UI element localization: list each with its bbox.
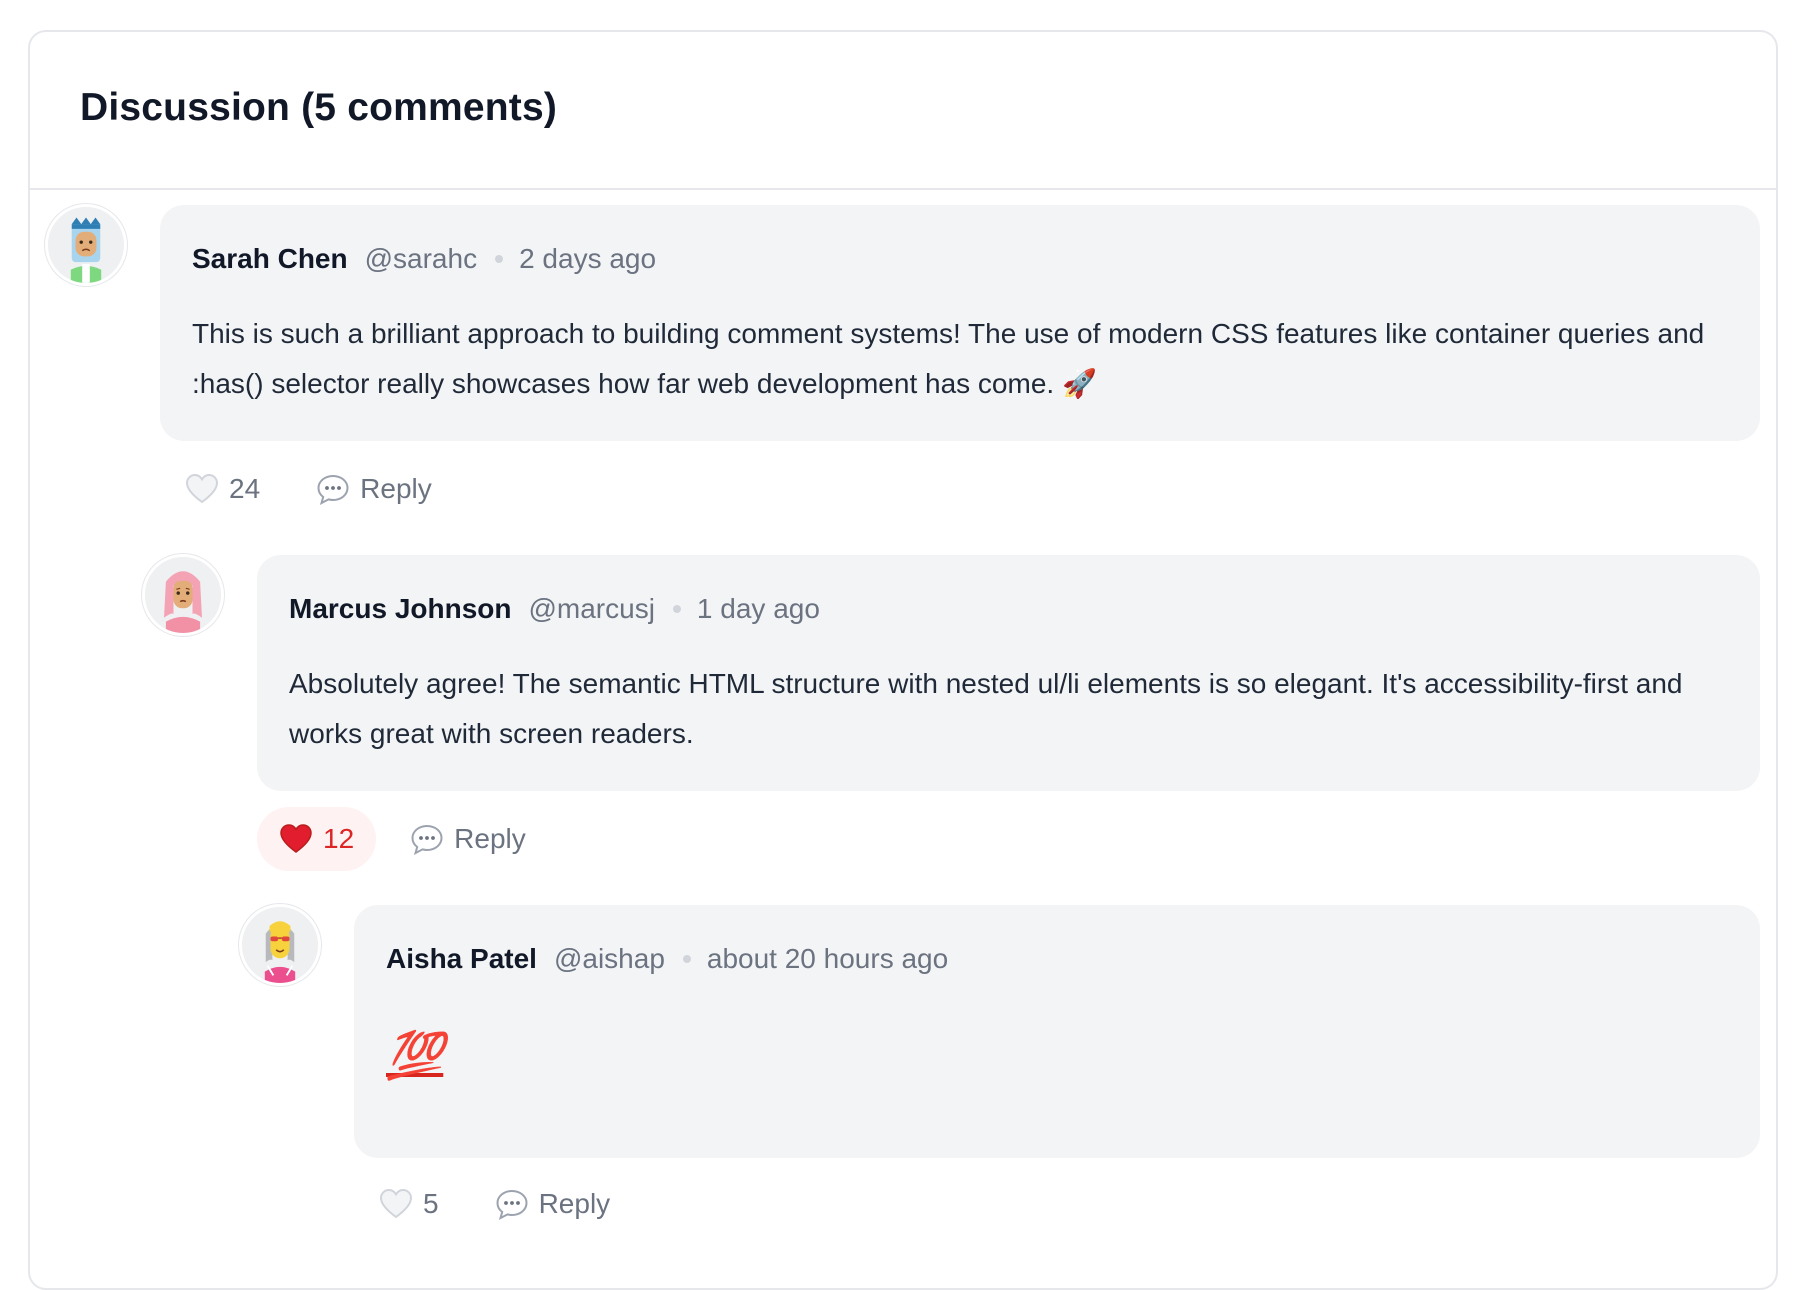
comment-actions: 12 Reply xyxy=(257,807,548,871)
comment-meta: Marcus Johnson @marcusj 1 day ago xyxy=(289,593,820,625)
reply-button[interactable]: Reply xyxy=(388,807,548,871)
meta-separator-dot xyxy=(672,605,681,613)
avatar-sarah-icon[interactable] xyxy=(45,204,127,286)
comment-author[interactable]: Aisha Patel xyxy=(386,943,537,975)
comment-timestamp: 2 days ago xyxy=(519,243,657,274)
meta-separator-dot xyxy=(682,955,691,963)
comment-handle[interactable]: @marcusj xyxy=(528,593,654,625)
like-button[interactable]: 24 xyxy=(163,457,282,521)
comment-body: This is such a brilliant approach to bui… xyxy=(192,318,1705,399)
heart-outline-icon xyxy=(379,1188,413,1219)
speech-bubble-icon xyxy=(411,824,443,855)
reply-button[interactable]: Reply xyxy=(294,457,454,521)
comment-timestamp: 1 day ago xyxy=(696,593,820,624)
like-count: 12 xyxy=(323,823,355,854)
discussion-title: Discussion (5 comments) xyxy=(80,86,558,129)
comment-timestamp: about 20 hours ago xyxy=(706,943,949,974)
like-button-liked[interactable]: 12 xyxy=(257,807,377,871)
comment-bubble-aisha: Aisha Patel @aishap about 20 hours ago 💯 xyxy=(354,905,1760,1158)
avatar-aisha-icon[interactable] xyxy=(239,904,321,986)
comment-body-emoji: 💯 xyxy=(386,1025,443,1085)
reply-button[interactable]: Reply xyxy=(473,1172,633,1236)
reply-label: Reply xyxy=(538,1188,611,1219)
comment-meta: Aisha Patel @aishap about 20 hours ago xyxy=(386,943,948,975)
comment-bubble-marcus: Marcus Johnson @marcusj 1 day ago Absolu… xyxy=(257,555,1760,791)
avatar-marcus-icon[interactable] xyxy=(142,554,224,636)
comment-body: Absolutely agree! The semantic HTML stru… xyxy=(289,668,1683,749)
discussion-header: Discussion (5 comments) xyxy=(30,32,1776,190)
comment-handle[interactable]: @sarahc xyxy=(365,243,477,275)
like-count: 5 xyxy=(423,1188,439,1219)
like-count: 24 xyxy=(229,473,261,504)
meta-separator-dot xyxy=(495,255,504,263)
comment-author[interactable]: Sarah Chen xyxy=(192,243,348,275)
reply-label: Reply xyxy=(360,473,432,504)
comment-meta: Sarah Chen @sarahc 2 days ago xyxy=(192,243,656,275)
hundred-points-emoji: 💯 xyxy=(386,1029,444,1081)
like-button[interactable]: 5 xyxy=(357,1172,461,1236)
comment-actions: 5 Reply xyxy=(357,1172,632,1236)
comment-author[interactable]: Marcus Johnson xyxy=(289,593,511,625)
heart-filled-icon xyxy=(280,824,312,853)
speech-bubble-icon xyxy=(317,474,349,505)
comment-bubble-sarah: Sarah Chen @sarahc 2 days ago This is su… xyxy=(160,205,1760,441)
comment-handle[interactable]: @aishap xyxy=(554,943,665,975)
heart-outline-icon xyxy=(185,473,219,504)
reply-label: Reply xyxy=(454,823,526,854)
comment-actions: 24 Reply xyxy=(163,457,454,521)
speech-bubble-icon xyxy=(496,1189,528,1220)
